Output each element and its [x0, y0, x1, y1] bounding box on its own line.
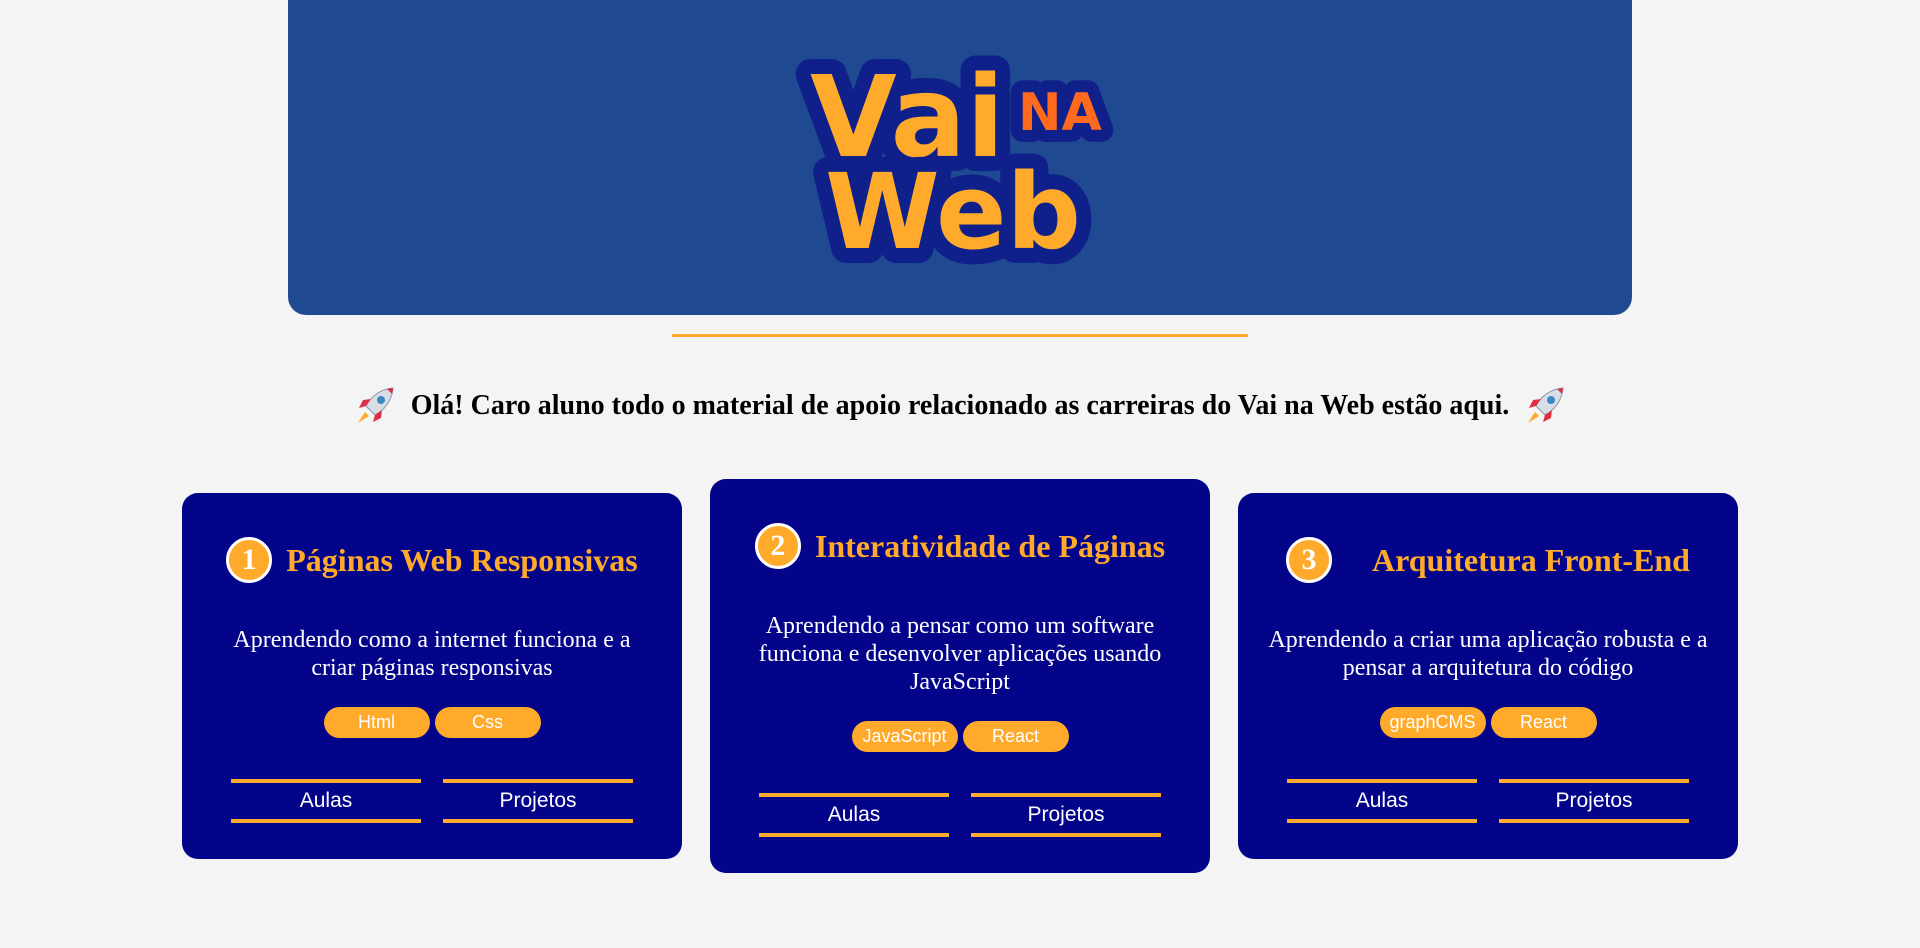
tag-javascript: JavaScript — [851, 721, 958, 752]
tag-css: Css — [434, 707, 541, 738]
card-number-badge: 3 — [1286, 537, 1333, 583]
aulas-button[interactable]: Aulas — [759, 793, 949, 837]
card-description: Aprendendo a pensar como um software fun… — [758, 613, 1162, 695]
card-title: Páginas Web Responsivas — [286, 541, 638, 578]
card-tags: JavaScript React — [710, 721, 1210, 752]
aulas-button[interactable]: Aulas — [1287, 779, 1477, 823]
card-description: Aprendendo como a internet funciona e a … — [233, 627, 631, 681]
tag-graphcms: graphCMS — [1379, 707, 1486, 738]
card-description: Aprendendo a criar uma aplicação robusta… — [1268, 627, 1708, 681]
logo-text-web: Web — [825, 151, 1081, 273]
card-number-badge: 2 — [754, 523, 801, 569]
tag-react: React — [962, 721, 1069, 752]
card-number-badge: 1 — [226, 537, 273, 583]
card-header: 1 Páginas Web Responsivas — [182, 537, 682, 583]
tag-react: React — [1490, 707, 1597, 738]
career-card-interactivity: 2 Interatividade de Páginas Aprendendo a… — [710, 479, 1210, 873]
card-actions: Aulas Projetos — [182, 779, 682, 823]
card-tags: Html Css — [182, 707, 682, 738]
card-actions: Aulas Projetos — [710, 793, 1210, 837]
card-header: 3 Arquitetura Front-End — [1238, 537, 1738, 583]
card-title: Arquitetura Front-End — [1372, 541, 1690, 578]
card-actions: Aulas Projetos — [1238, 779, 1738, 823]
projetos-button[interactable]: Projetos — [971, 793, 1161, 837]
rocket-icon — [1528, 387, 1564, 423]
tag-html: Html — [323, 707, 430, 738]
greeting-text: Olá! Caro aluno todo o material de apoio… — [410, 390, 1510, 421]
career-card-responsive: 1 Páginas Web Responsivas Aprendendo com… — [182, 493, 682, 859]
logo-text-na: NA — [1018, 83, 1102, 143]
card-header: 2 Interatividade de Páginas — [710, 523, 1210, 569]
greeting: Olá! Caro aluno todo o material de apoio… — [0, 384, 1920, 428]
projetos-button[interactable]: Projetos — [443, 779, 633, 823]
card-tags: graphCMS React — [1238, 707, 1738, 738]
card-title: Interatividade de Páginas — [814, 527, 1166, 564]
rocket-icon — [357, 387, 394, 423]
header-divider — [672, 334, 1248, 337]
aulas-button[interactable]: Aulas — [231, 779, 421, 823]
vai-na-web-logo: Vai Vai NA NA Web Web — [795, 38, 1114, 278]
projetos-button[interactable]: Projetos — [1499, 779, 1689, 823]
career-card-architecture: 3 Arquitetura Front-End Aprendendo a cri… — [1238, 493, 1738, 859]
